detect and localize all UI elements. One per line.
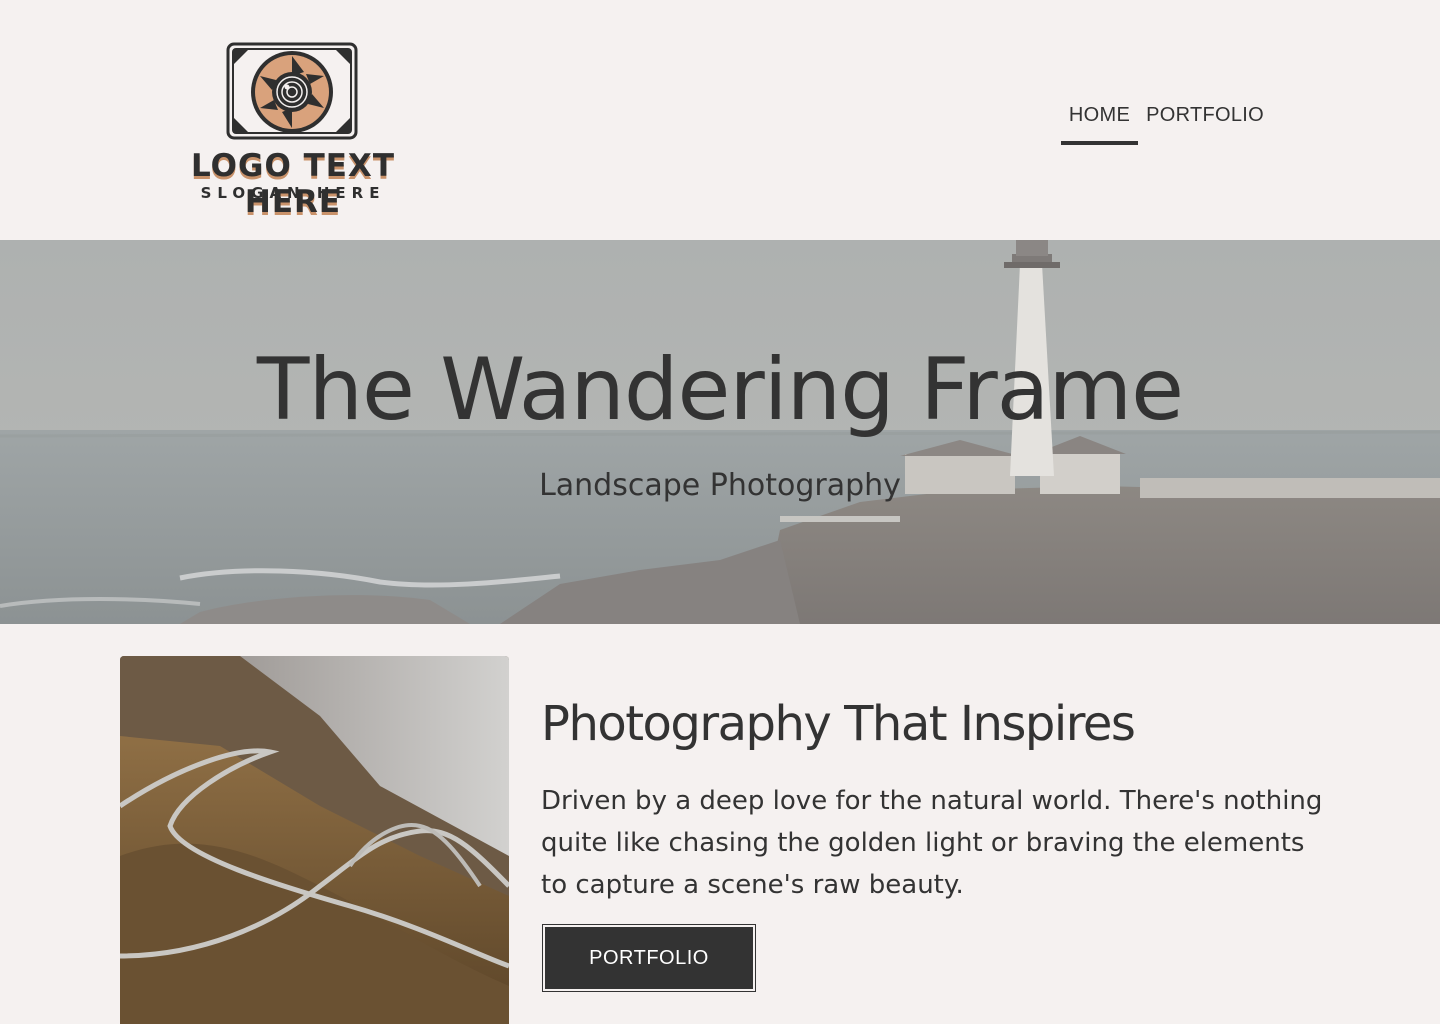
hero-banner: The Wandering Frame Landscape Photograph… [0, 240, 1440, 624]
mountain-road-photo [120, 656, 509, 1024]
logo-slogan: SLOGAN HERE [200, 184, 386, 202]
section-heading: Photography That Inspires [541, 696, 1136, 752]
hero-title: The Wandering Frame [256, 340, 1184, 440]
mountain-road-image [120, 656, 509, 1024]
portfolio-button-frame: PORTFOLIO [542, 924, 756, 992]
nav-portfolio[interactable]: PORTFOLIO [1138, 100, 1272, 145]
logo[interactable]: LOGO TEXT HERE SLOGAN HERE [140, 40, 450, 220]
camera-aperture-icon [226, 42, 358, 140]
main-nav: HOME PORTFOLIO [1060, 100, 1272, 145]
portfolio-button[interactable]: PORTFOLIO [545, 927, 753, 989]
nav-home[interactable]: HOME [1060, 100, 1139, 145]
about-section: Photography That Inspires Driven by a de… [541, 696, 1341, 906]
hero-subtitle: Landscape Photography [539, 468, 901, 503]
section-body: Driven by a deep love for the natural wo… [541, 786, 1323, 900]
site-header: LOGO TEXT HERE SLOGAN HERE HOME PORTFOLI… [0, 0, 1440, 240]
